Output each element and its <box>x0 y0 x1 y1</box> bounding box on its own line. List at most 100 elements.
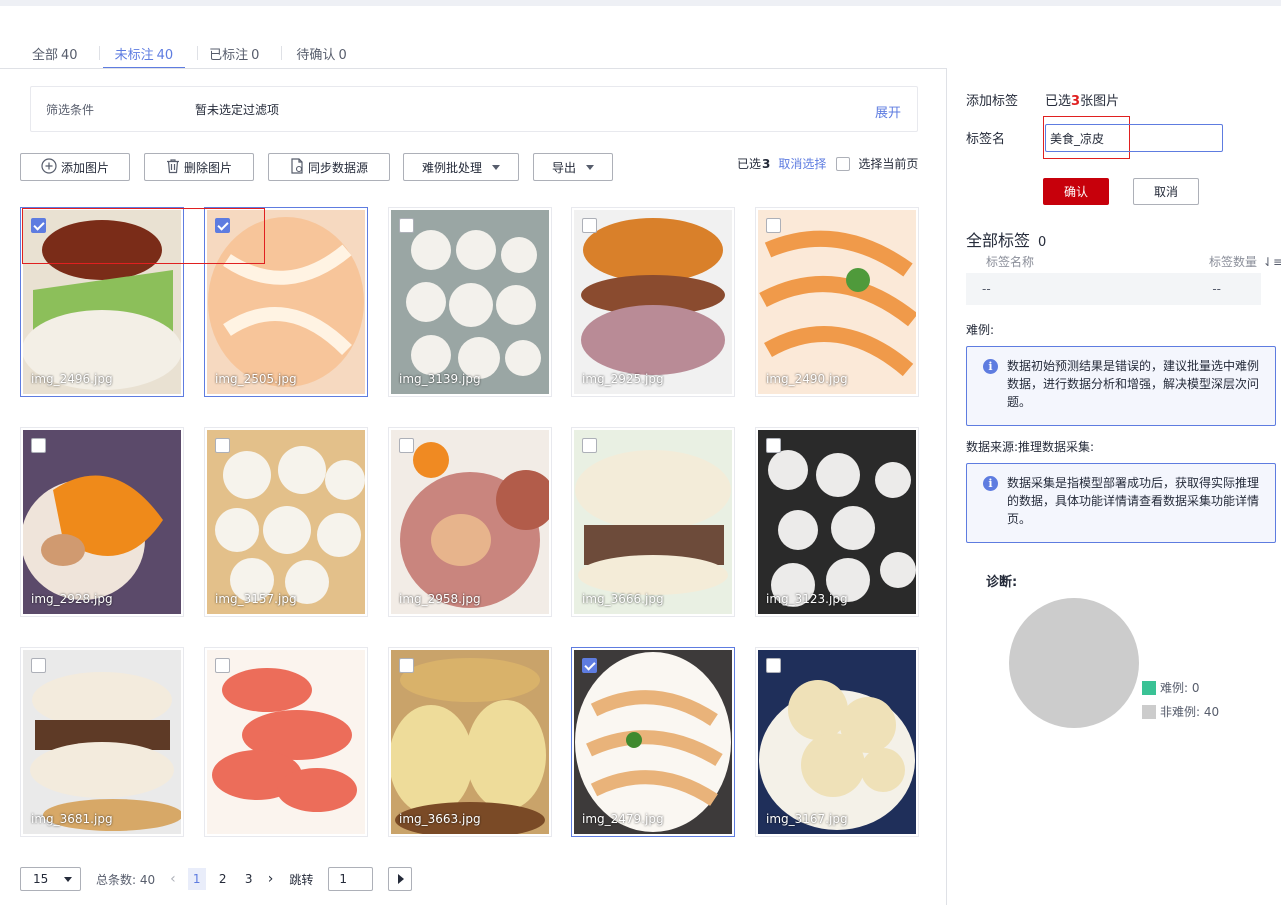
food-thumbnail <box>207 430 365 614</box>
hard-info-text: 数据初始预测结果是错误的，建议批量选中难例数据，进行数据分析和增强，解决模型深层… <box>1007 359 1260 409</box>
delete-image-button[interactable]: 删除图片 <box>144 153 254 181</box>
filter-value: 暂未选定过滤项 <box>195 103 280 117</box>
legend-swatch <box>1142 680 1156 695</box>
image-checkbox[interactable] <box>766 658 781 673</box>
all-tags-heading: 全部标签 0 <box>966 227 1046 251</box>
food-thumbnail <box>758 210 916 394</box>
hard-batch-dropdown[interactable]: 难例批处理 <box>403 153 519 181</box>
food-thumbnail <box>207 650 365 834</box>
tag-name-input[interactable]: 美食_凉皮 <box>1045 124 1223 152</box>
image-filename: img_3139.jpg <box>399 372 481 386</box>
tab-unlabeled[interactable]: 未标注 40 <box>102 40 186 69</box>
image-checkbox[interactable] <box>215 658 230 673</box>
image-filename: img_3666.jpg <box>582 592 664 606</box>
legend-nonhard: 非难例: 40 <box>1142 703 1219 720</box>
tab-count: 0 <box>338 48 347 63</box>
image-card[interactable] <box>204 647 368 837</box>
jump-go-button[interactable] <box>388 867 413 891</box>
sort-icon[interactable]: ⇃≡ <box>1263 255 1281 269</box>
add-image-button[interactable]: 添加图片 <box>20 153 130 181</box>
pie-slice-nonhard <box>1009 598 1139 728</box>
image-checkbox[interactable] <box>582 218 597 233</box>
chevron-down-icon <box>492 164 500 170</box>
image-card[interactable]: img_3123.jpg <box>755 427 919 617</box>
image-filename: img_2958.jpg <box>399 592 481 606</box>
food-thumbnail <box>391 650 549 834</box>
page-size-select[interactable]: 15 <box>20 867 81 891</box>
selection-prefix: 已选 <box>737 157 762 171</box>
image-card[interactable]: img_2479.jpg <box>571 647 735 837</box>
source-info-text: 数据采集是指模型部署成功后，获取得实际推理的数据，具体功能详情请查看数据采集功能… <box>1007 476 1260 526</box>
image-checkbox[interactable] <box>582 658 597 673</box>
image-card[interactable]: img_3139.jpg <box>388 207 552 397</box>
image-filename: img_3681.jpg <box>31 812 113 826</box>
tab-label: 已标注 <box>209 48 249 63</box>
page-3[interactable]: 3 <box>240 868 258 890</box>
image-checkbox[interactable] <box>582 438 597 453</box>
tabs-underline <box>0 68 946 69</box>
image-card[interactable]: img_3157.jpg <box>204 427 368 617</box>
tab-all[interactable]: 全部 40 <box>20 40 90 69</box>
image-filename: img_3157.jpg <box>215 592 297 606</box>
select-page-checkbox[interactable] <box>836 156 851 171</box>
image-card[interactable]: img_3681.jpg <box>20 647 184 837</box>
tag-name-value: 美食_凉皮 <box>1050 131 1105 146</box>
image-checkbox[interactable] <box>399 658 414 673</box>
selection-info: 已选 3 取消选择 选择当前页 <box>737 155 918 172</box>
pagination: 15 总条数: 40 ‹ 1 2 3 › 跳转 1 <box>20 867 413 891</box>
tab-labeled[interactable]: 已标注 0 <box>209 40 271 69</box>
image-card[interactable]: img_3167.jpg <box>755 647 919 837</box>
tab-label: 待确认 <box>296 48 336 63</box>
legend-hard-text: 难例: 0 <box>1160 681 1200 695</box>
add-tag-label: 添加标签 <box>966 94 1019 109</box>
legend-swatch <box>1142 704 1156 719</box>
image-card[interactable]: img_2925.jpg <box>571 207 735 397</box>
image-filename: img_2490.jpg <box>766 372 848 386</box>
highlight-box <box>22 208 265 264</box>
jump-input[interactable]: 1 <box>328 867 374 891</box>
image-filename: img_2928.jpg <box>31 592 113 606</box>
hard-example-info: i 数据初始预测结果是错误的，建议批量选中难例数据，进行数据分析和增强，解决模型… <box>966 346 1276 426</box>
page-1[interactable]: 1 <box>187 868 206 890</box>
export-dropdown[interactable]: 导出 <box>533 153 613 181</box>
image-checkbox[interactable] <box>399 218 414 233</box>
tag-name-label: 标签名 <box>966 132 1006 147</box>
tab-pending[interactable]: 待确认 0 <box>296 40 358 69</box>
next-page-icon[interactable]: › <box>268 871 274 887</box>
image-checkbox[interactable] <box>31 658 46 673</box>
image-checkbox[interactable] <box>215 438 230 453</box>
filter-label: 筛选条件 <box>46 103 95 117</box>
image-checkbox[interactable] <box>766 218 781 233</box>
sync-source-button[interactable]: 同步数据源 <box>268 153 390 181</box>
page-2[interactable]: 2 <box>214 868 232 890</box>
image-filename: img_2925.jpg <box>582 372 664 386</box>
diagnosis-pie <box>1009 598 1139 728</box>
image-checkbox[interactable] <box>766 438 781 453</box>
image-card[interactable]: img_2958.jpg <box>388 427 552 617</box>
image-filename: img_2479.jpg <box>582 812 664 826</box>
food-thumbnail <box>758 650 916 834</box>
tab-divider <box>197 46 199 60</box>
tab-count: 40 <box>156 48 174 63</box>
cancel-button[interactable]: 取消 <box>1133 178 1199 205</box>
page-size-value: 15 <box>33 872 49 886</box>
all-tags-count: 0 <box>1038 235 1047 250</box>
total-count: 总条数: 40 <box>96 872 156 887</box>
confirm-button[interactable]: 确认 <box>1043 178 1109 205</box>
image-card[interactable]: img_3663.jpg <box>388 647 552 837</box>
data-source-info: i 数据采集是指模型部署成功后，获取得实际推理的数据，具体功能详情请查看数据采集… <box>966 463 1276 543</box>
hard-batch-label: 难例批处理 <box>421 160 482 175</box>
prev-page-icon[interactable]: ‹ <box>170 871 176 887</box>
cancel-selection-link[interactable]: 取消选择 <box>778 155 826 172</box>
image-checkbox[interactable] <box>399 438 414 453</box>
image-card[interactable]: img_2490.jpg <box>755 207 919 397</box>
add-image-label: 添加图片 <box>60 160 109 175</box>
filter-expand-link[interactable]: 展开 <box>875 102 901 121</box>
food-thumbnail <box>23 430 181 614</box>
selected-prefix: 已选 <box>1045 94 1072 109</box>
col-tag-count: 标签数量 <box>1208 255 1257 269</box>
image-checkbox[interactable] <box>31 438 46 453</box>
image-card[interactable]: img_2928.jpg <box>20 427 184 617</box>
image-card[interactable]: img_3666.jpg <box>571 427 735 617</box>
food-thumbnail <box>574 430 732 614</box>
